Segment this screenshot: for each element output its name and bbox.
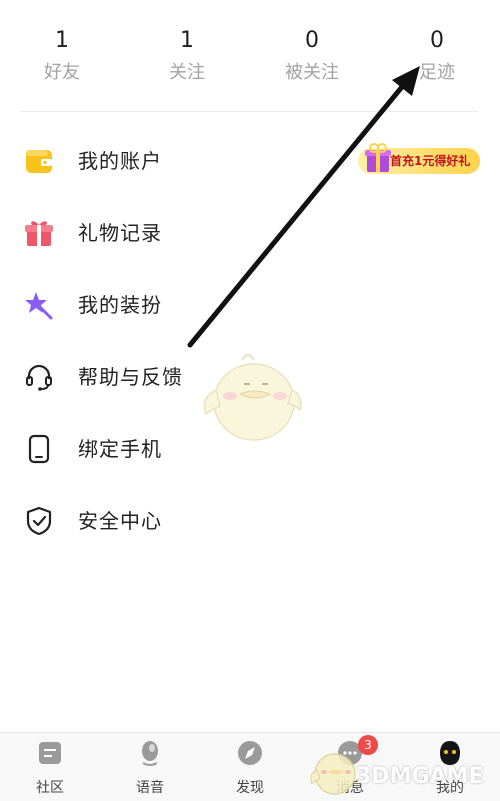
watermark-mascot (310, 753, 356, 795)
tab-label-community: 社区 (36, 780, 64, 796)
header-divider (20, 111, 478, 112)
first-recharge-promo-badge[interactable]: 首充1元得好礼 (358, 143, 480, 174)
stat-following-label: 关注 (169, 62, 205, 83)
tab-community[interactable]: 社区 (0, 733, 100, 801)
tab-label-discover: 发现 (236, 780, 264, 796)
headset-icon (26, 364, 52, 391)
mascot-watermark (203, 354, 302, 441)
menu-label-help-feedback: 帮助与反馈 (78, 365, 183, 389)
promo-text: 首充1元得好礼 (390, 154, 471, 168)
watermark-text: 3DMGAME (356, 764, 484, 789)
shield-icon (26, 506, 52, 536)
menu-item-account[interactable]: 我的账户 首充1元得好礼 (0, 124, 500, 196)
stat-footprints-count: 0 (430, 28, 444, 53)
voice-icon (142, 741, 158, 766)
message-count-badge: 3 (358, 735, 378, 755)
stat-following[interactable]: 1 关注 (137, 28, 237, 84)
menu-label-gift-records: 礼物记录 (78, 221, 162, 245)
stat-followers-label: 被关注 (285, 62, 339, 83)
stats-header: 1 好友 1 关注 0 被关注 0 足迹 (0, 0, 500, 110)
stat-friends-count: 1 (55, 28, 69, 53)
stat-following-count: 1 (180, 28, 194, 53)
stat-followers-count: 0 (305, 28, 319, 53)
stat-followers[interactable]: 0 被关注 (262, 28, 362, 84)
stat-friends[interactable]: 1 好友 (12, 28, 112, 84)
community-icon (39, 742, 61, 764)
compass-icon (238, 741, 262, 765)
tab-voice[interactable]: 语音 (100, 733, 200, 801)
tab-label-voice: 语音 (136, 780, 164, 796)
menu-item-decoration[interactable]: 我的装扮 (0, 268, 500, 340)
menu-label-account: 我的账户 (78, 149, 162, 173)
stat-friends-label: 好友 (44, 62, 80, 83)
menu-label-decoration: 我的装扮 (78, 293, 162, 317)
gift-box-icon (365, 143, 391, 172)
star-wand-icon (25, 292, 53, 320)
gift-icon (25, 221, 53, 246)
wallet-icon (26, 150, 52, 173)
menu-label-bind-phone: 绑定手机 (78, 437, 162, 461)
menu-label-security-center: 安全中心 (78, 509, 162, 533)
tab-discover[interactable]: 发现 (200, 733, 300, 801)
stat-footprints[interactable]: 0 足迹 (387, 28, 487, 84)
profile-icon (440, 741, 460, 765)
stat-footprints-label: 足迹 (419, 62, 455, 83)
menu-item-gift-records[interactable]: 礼物记录 (0, 196, 500, 268)
phone-icon (28, 434, 50, 464)
menu-item-security-center[interactable]: 安全中心 (0, 484, 500, 556)
